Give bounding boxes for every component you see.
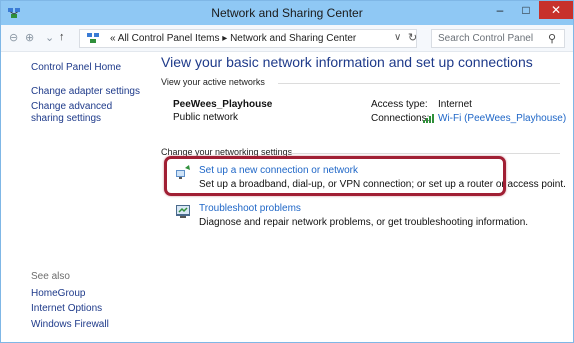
search-placeholder[interactable]: Search Control Panel [438, 33, 533, 44]
search-box[interactable]: Search Control Panel ⚲ [431, 29, 565, 48]
highlight-box [164, 156, 506, 196]
minimize-button[interactable]: – [487, 1, 513, 19]
troubleshoot-problems-desc: Diagnose and repair network problems, or… [199, 217, 529, 228]
active-networks-label: View your active networks [161, 77, 265, 87]
back-arrow-icon[interactable]: ⊖ [9, 31, 18, 44]
control-panel-icon [87, 33, 99, 43]
network-type-link[interactable]: Public network [173, 112, 238, 123]
search-icon[interactable]: ⚲ [548, 32, 556, 45]
close-button[interactable]: ✕ [539, 1, 573, 19]
up-arrow-icon[interactable]: ↑ [59, 31, 65, 43]
wifi-connection-link[interactable]: Wi-Fi (PeeWees_Playhouse) [438, 113, 566, 124]
address-bar[interactable]: « All Control Panel Items ▸ Network and … [79, 29, 417, 48]
page-title: View your basic network information and … [161, 54, 533, 70]
troubleshoot-icon [176, 205, 190, 218]
address-toolbar: ⊖ ⊕ ⌄ ↑ « All Control Panel Items ▸ Netw… [1, 25, 573, 52]
network-sharing-window: Network and Sharing Center – □ ✕ ⊖ ⊕ ⌄ ↑… [0, 0, 574, 343]
access-type-value: Internet [438, 99, 472, 110]
address-dropdown-icon[interactable]: ∨ [394, 32, 401, 43]
access-type-label: Access type: [371, 99, 428, 110]
homegroup-link[interactable]: HomeGroup [31, 288, 85, 300]
see-also-label: See also [31, 271, 70, 282]
section-divider [291, 153, 560, 154]
control-panel-home-link[interactable]: Control Panel Home [31, 62, 121, 74]
recent-chevron-icon[interactable]: ⌄ [45, 31, 54, 44]
network-name: PeeWees_Playhouse [173, 99, 273, 110]
internet-options-link[interactable]: Internet Options [31, 303, 102, 315]
maximize-button[interactable]: □ [513, 1, 539, 19]
content-area: Control Panel Home Change adapter settin… [1, 52, 573, 342]
forward-arrow-icon[interactable]: ⊕ [25, 31, 34, 44]
change-adapter-settings-link[interactable]: Change adapter settings [31, 86, 140, 98]
wifi-signal-icon [423, 114, 434, 123]
title-bar[interactable]: Network and Sharing Center – □ ✕ [1, 1, 573, 25]
troubleshoot-problems-link[interactable]: Troubleshoot problems [199, 203, 301, 214]
change-advanced-sharing-link[interactable]: Change advanced sharing settings [31, 101, 141, 125]
windows-firewall-link[interactable]: Windows Firewall [31, 319, 109, 331]
section-divider [278, 83, 560, 84]
connections-label: Connections: [371, 113, 430, 124]
breadcrumb[interactable]: « All Control Panel Items ▸ Network and … [110, 33, 356, 44]
refresh-icon[interactable]: ↻ [408, 31, 417, 44]
